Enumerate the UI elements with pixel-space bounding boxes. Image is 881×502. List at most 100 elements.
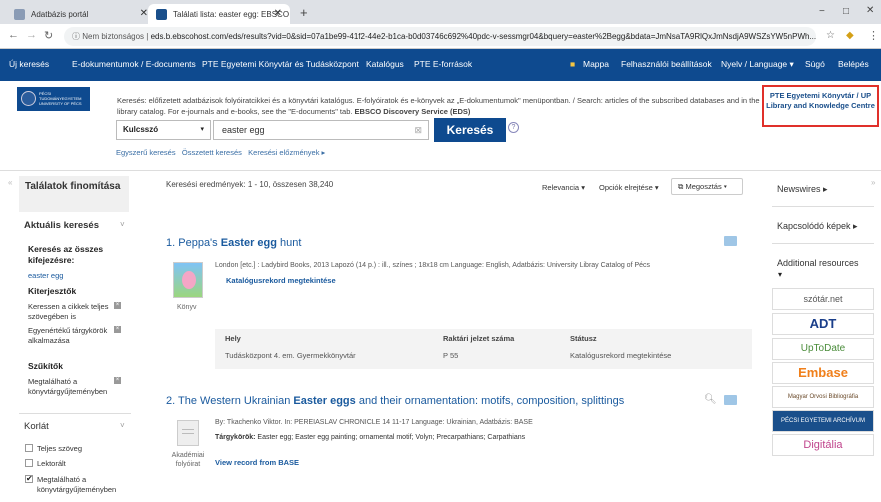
peer-reviewed-checkbox[interactable]	[25, 459, 33, 467]
limit-heading[interactable]: Korlát	[24, 421, 49, 432]
pte-library-link[interactable]: PTE Egyetemi Könyvtár / UP Library and K…	[762, 85, 879, 127]
title-keyword: Easter egg	[220, 237, 277, 249]
add-to-folder-icon[interactable]	[724, 395, 737, 405]
mob-logo[interactable]: Magyar Orvosi Bibliográfia	[772, 386, 874, 408]
clear-search-icon[interactable]: ⊠	[414, 121, 422, 139]
tab-ebsco-results[interactable]: Találati lista: easter egg: EBSCO D ✕	[148, 4, 290, 24]
basic-search-link[interactable]: Egyszerű keresés	[116, 148, 176, 157]
title-part: The Western Ukrainian	[178, 395, 291, 407]
title-part: hunt	[280, 237, 302, 249]
tab-title: Adatbázis portál	[31, 9, 89, 19]
chevron-down-icon[interactable]: ˅	[120, 220, 125, 229]
result-number: 2.	[166, 395, 176, 407]
title-part: and their ornamentation: motifs, composi…	[358, 395, 625, 407]
subjects-label: Tárgykörök:	[215, 434, 256, 441]
nav-login[interactable]: Belépés	[838, 59, 869, 69]
chevron-down-icon[interactable]: ˅	[120, 421, 125, 430]
nav-e-documents[interactable]: E-dokumentumok / E-documents	[72, 59, 196, 69]
folder-icon: ■	[570, 59, 576, 69]
adt-logo[interactable]: ADT	[772, 313, 874, 335]
nav-folder[interactable]: Mappa	[583, 59, 609, 69]
logo-text: PÉCSI TUDOMÁNYEGYETEM UNIVERSITY OF PÉCS	[39, 91, 82, 106]
add-to-folder-icon[interactable]	[724, 236, 737, 246]
embase-logo[interactable]: Embase	[772, 362, 874, 384]
help-icon[interactable]: ?	[508, 122, 519, 133]
collapse-right-icon[interactable]: »	[871, 178, 875, 187]
notice-eds: EBSCO Discovery Service (EDS)	[354, 107, 471, 116]
holdings-header-callnumber: Raktári jelzet száma	[443, 334, 515, 343]
nav-user-settings[interactable]: Felhasználói beállítások	[621, 59, 712, 69]
pecsi-archivum-logo[interactable]: PÉCSI EGYETEMI ARCHÍVUM	[772, 410, 874, 432]
nav-language[interactable]: Nyelv / Language ▾	[721, 59, 794, 70]
current-search-heading[interactable]: Aktuális keresés	[24, 220, 99, 231]
journal-icon	[177, 420, 199, 446]
advanced-search-link[interactable]: Összetett keresés	[182, 148, 242, 157]
nav-catalog[interactable]: Katalógus	[366, 59, 404, 69]
uptodate-logo[interactable]: UpToDate	[772, 338, 874, 360]
result-title[interactable]: 1. Peppa's Easter egg hunt	[166, 237, 301, 249]
limit-holdings-label: Megtalálható a könyvtárgyűjteményben	[37, 475, 117, 494]
forward-icon[interactable]: →	[26, 29, 37, 41]
close-window-button[interactable]: ✕	[866, 5, 874, 16]
item-type-book: Könyv	[177, 304, 197, 311]
address-bar[interactable]: ⓘ Nem biztonságos | eds.b.ebscohost.com/…	[64, 27, 816, 46]
share-button[interactable]: ⧉ Megosztás ▾	[671, 178, 743, 195]
expander-fulltext: Keressen a cikkek teljes szövegében is	[28, 302, 109, 321]
related-images-heading[interactable]: Kapcsolódó képek ▸	[777, 221, 858, 232]
nav-pte-e-resources[interactable]: PTE E-források	[414, 59, 472, 69]
result-number: 1.	[166, 237, 176, 249]
nav-pte-library[interactable]: PTE Egyetemi Könyvtár és Tudásközpont	[202, 59, 359, 69]
search-input[interactable]: easter egg ⊠	[213, 120, 429, 140]
close-tab-icon[interactable]: ✕	[140, 8, 148, 19]
minimize-button[interactable]: −	[819, 6, 825, 17]
bookmark-star-icon[interactable]: ☆	[826, 30, 835, 41]
fulltext-checkbox[interactable]	[25, 444, 33, 452]
item-type-journal: Akadémiai folyóirat	[171, 452, 205, 468]
back-icon[interactable]: ←	[8, 29, 19, 41]
reload-icon[interactable]: ↻	[44, 29, 53, 42]
close-tab-icon[interactable]: ✕	[274, 8, 282, 19]
search-history-link[interactable]: Keresési előzmények ▸	[248, 148, 325, 157]
view-base-record-link[interactable]: View record from BASE	[215, 458, 299, 467]
remove-icon[interactable]: ×	[114, 377, 121, 384]
holdings-table: Hely Raktári jelzet száma Státusz Tudásk…	[215, 329, 752, 369]
search-term-value[interactable]: easter egg	[28, 271, 63, 280]
narrowers-heading: Szűkítők	[28, 361, 63, 371]
info-icon[interactable]: ⓘ	[72, 32, 80, 41]
share-label: Megosztás ▾	[685, 182, 727, 191]
chevron-down-icon: ▾	[200, 126, 204, 133]
eds-top-navigation: Új keresés E-dokumentumok / E-documents …	[0, 49, 881, 81]
result-title[interactable]: 2. The Western Ukrainian Easter eggs and…	[166, 395, 624, 407]
divider	[772, 206, 874, 207]
remove-icon[interactable]: ×	[114, 302, 121, 309]
search-button[interactable]: Keresés	[434, 118, 506, 142]
tab-adatbazis-portal[interactable]: Adatbázis portál ✕	[6, 4, 156, 24]
share-icon: ⧉	[678, 182, 684, 191]
collapse-left-icon[interactable]: «	[8, 178, 12, 187]
browser-menu-icon[interactable]: ⋮	[868, 29, 879, 42]
nav-help[interactable]: Súgó	[805, 59, 825, 69]
new-tab-button[interactable]: +	[300, 5, 308, 20]
extension-icon[interactable]: ◆	[846, 30, 854, 41]
chevron-down-icon[interactable]: ▾	[778, 270, 782, 279]
holdings-checkbox[interactable]: ✔	[25, 475, 33, 483]
book-cover-image[interactable]	[173, 262, 203, 298]
sort-relevance[interactable]: Relevancia ▾	[542, 183, 585, 192]
university-logo[interactable]: PÉCSI TUDOMÁNYEGYETEM UNIVERSITY OF PÉCS	[17, 87, 90, 111]
view-catalog-record-link[interactable]: Katalógusrekord megtekintése	[226, 276, 336, 285]
holdings-status[interactable]: Katalógusrekord megtekintése	[570, 351, 671, 360]
limit-peer-reviewed-label: Lektorált	[37, 459, 66, 468]
select-value: Kulcsszó	[123, 125, 159, 134]
additional-resources-heading: Additional resources	[777, 258, 859, 268]
digitalia-logo[interactable]: Digitália	[772, 434, 874, 456]
divider	[772, 243, 874, 244]
maximize-button[interactable]: □	[843, 6, 849, 17]
search-field-select[interactable]: Kulcsszó ▾	[116, 120, 211, 140]
result-meta: London [etc.] : Ladybird Books, 2013 Lap…	[215, 262, 651, 269]
page-options[interactable]: Opciók elrejtése ▾	[599, 183, 659, 192]
nav-new-search[interactable]: Új keresés	[9, 59, 49, 69]
szotar-net-logo[interactable]: szótár.net	[772, 288, 874, 310]
remove-icon[interactable]: ×	[114, 326, 121, 333]
preview-magnifier-icon[interactable]: 🔍︎	[704, 394, 717, 405]
newswires-heading[interactable]: Newswires ▸	[777, 184, 828, 195]
